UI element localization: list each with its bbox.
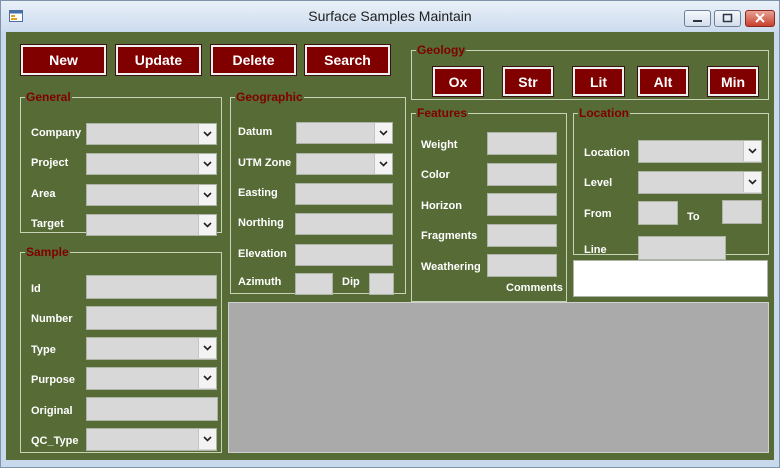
fragments-field[interactable] [487, 224, 557, 247]
qc-type-select[interactable] [86, 428, 217, 451]
sample-title: Sample [26, 245, 69, 259]
northing-label: Northing [238, 217, 284, 229]
azimuth-label: Azimuth [238, 276, 282, 288]
title-bar[interactable]: Surface Samples Maintain [1, 1, 779, 31]
project-select[interactable] [86, 153, 217, 175]
chevron-down-icon [374, 123, 392, 143]
type-label: Type [31, 344, 56, 356]
target-label: Target [31, 218, 64, 230]
features-title: Features [417, 106, 468, 120]
geology-alt-button[interactable]: Alt [637, 66, 689, 97]
line-field[interactable] [638, 236, 726, 260]
number-field[interactable] [86, 306, 217, 330]
datum-label: Datum [238, 126, 273, 138]
minimize-button[interactable] [684, 10, 711, 27]
geology-min-button[interactable]: Min [707, 66, 759, 97]
geology-lit-button[interactable]: Lit [572, 66, 625, 97]
type-select[interactable] [86, 337, 217, 360]
chevron-down-icon [374, 154, 392, 174]
new-button[interactable]: New [20, 44, 107, 76]
elevation-label: Elevation [238, 248, 287, 260]
purpose-select[interactable] [86, 367, 217, 390]
utm-zone-label: UTM Zone [238, 157, 292, 169]
close-icon [755, 13, 765, 23]
features-group: Features Weight Color Horizon Fragments … [411, 107, 567, 302]
app-window: Surface Samples Maintain New Update Dele… [0, 0, 780, 468]
id-field[interactable] [86, 275, 217, 299]
search-button[interactable]: Search [304, 44, 391, 76]
from-label: From [584, 208, 612, 220]
level-label: Level [584, 177, 613, 189]
northing-field[interactable] [295, 213, 393, 235]
area-label: Area [31, 188, 56, 200]
dip-field[interactable] [369, 273, 394, 295]
chevron-down-icon [743, 141, 761, 161]
weight-label: Weight [421, 139, 458, 151]
chevron-down-icon [198, 215, 216, 235]
weathering-field[interactable] [487, 254, 557, 277]
chevron-down-icon [198, 185, 216, 205]
company-label: Company [31, 127, 82, 139]
sample-group: Sample Id Number Type Purpose Original Q… [20, 246, 222, 453]
easting-field[interactable] [295, 183, 393, 205]
dip-label: Dip [342, 276, 360, 288]
close-button[interactable] [745, 10, 775, 27]
utm-zone-select[interactable] [296, 153, 393, 175]
geology-title: Geology [417, 43, 466, 57]
to-field[interactable] [722, 200, 762, 224]
company-select[interactable] [86, 123, 217, 145]
level-select[interactable] [638, 171, 762, 194]
location-group: Location Location Level From To Line [573, 106, 769, 260]
original-field[interactable] [86, 397, 218, 421]
comments-field[interactable] [573, 260, 768, 297]
color-field[interactable] [487, 163, 557, 186]
purpose-label: Purpose [31, 374, 76, 386]
area-select[interactable] [86, 184, 217, 206]
comments-label: Comments [506, 282, 563, 294]
maximize-button[interactable] [714, 10, 741, 27]
line-label: Line [584, 244, 607, 256]
easting-label: Easting [238, 187, 278, 199]
target-select[interactable] [86, 214, 217, 236]
weight-field[interactable] [487, 132, 557, 155]
chevron-down-icon [198, 429, 216, 449]
samples-grid[interactable] [228, 302, 769, 453]
geology-group: Geology Ox Str Lit Alt Min [411, 44, 769, 100]
general-title: General [26, 90, 71, 104]
location-select[interactable] [638, 140, 762, 163]
window-title: Surface Samples Maintain [308, 8, 472, 24]
to-label: To [687, 211, 700, 223]
id-label: Id [31, 283, 41, 295]
location-title: Location [579, 106, 629, 120]
azimuth-field[interactable] [295, 273, 333, 295]
elevation-field[interactable] [295, 244, 393, 266]
maximize-icon [722, 13, 733, 23]
general-group: General Company Project Area Target [20, 90, 222, 236]
original-label: Original [31, 405, 73, 417]
project-label: Project [31, 157, 69, 169]
chevron-down-icon [743, 172, 761, 192]
chevron-down-icon [198, 124, 216, 144]
form-body: New Update Delete Search Geology Ox Str … [6, 32, 774, 460]
color-label: Color [421, 169, 450, 181]
horizon-label: Horizon [421, 200, 462, 212]
geographic-group: Geographic Datum UTM Zone Easting Northi… [230, 90, 406, 295]
weathering-label: Weathering [421, 261, 481, 273]
location-label: Location [584, 147, 630, 159]
minimize-icon [693, 20, 702, 22]
qc-type-label: QC_Type [31, 435, 79, 447]
chevron-down-icon [198, 338, 216, 358]
fragments-label: Fragments [421, 230, 478, 242]
horizon-field[interactable] [487, 193, 557, 216]
delete-button[interactable]: Delete [210, 44, 297, 76]
datum-select[interactable] [296, 122, 393, 144]
chevron-down-icon [198, 154, 216, 174]
number-label: Number [31, 313, 73, 325]
chevron-down-icon [198, 368, 216, 388]
from-field[interactable] [638, 201, 678, 225]
geology-str-button[interactable]: Str [502, 66, 554, 97]
geology-ox-button[interactable]: Ox [432, 66, 484, 97]
update-button[interactable]: Update [115, 44, 202, 76]
geographic-title: Geographic [236, 90, 303, 104]
